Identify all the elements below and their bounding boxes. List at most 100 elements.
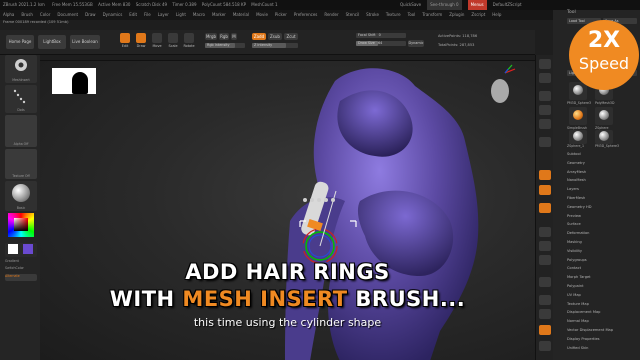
see-through-slider[interactable]: See-through 0 bbox=[427, 0, 462, 10]
lightbox-button[interactable]: LightBox bbox=[38, 35, 66, 49]
zoom-button[interactable] bbox=[539, 91, 551, 101]
tool-menu-layers[interactable]: Layers bbox=[567, 185, 637, 194]
alternate-button[interactable]: Alternate bbox=[5, 274, 37, 281]
rgb-button[interactable]: Rgb bbox=[219, 33, 229, 40]
subtool-thumb[interactable] bbox=[569, 82, 587, 100]
menu-preferences[interactable]: Preferences bbox=[294, 10, 318, 20]
alpha-selector[interactable]: Alpha Off bbox=[5, 115, 37, 147]
menu-macro[interactable]: Macro bbox=[193, 10, 205, 20]
gradient-swatch[interactable] bbox=[5, 243, 37, 257]
menu-render[interactable]: Render bbox=[324, 10, 338, 20]
xpose-button[interactable] bbox=[539, 341, 551, 351]
bpr-button[interactable] bbox=[539, 59, 551, 69]
tool-menu-surface[interactable]: Surface bbox=[567, 220, 637, 229]
tool-menu-uv-map[interactable]: UV Map bbox=[567, 291, 637, 300]
tool-menu-displacement-map[interactable]: Displacement Map bbox=[567, 308, 637, 317]
draw-size-slider[interactable]: Draw Size 64 bbox=[356, 41, 406, 46]
menu-brush[interactable]: Brush bbox=[21, 10, 33, 20]
tool-menu-deformation[interactable]: Deformation bbox=[567, 229, 637, 238]
scale-view-button[interactable] bbox=[539, 241, 551, 251]
tool-menu-preview[interactable]: Preview bbox=[567, 212, 637, 221]
menu-draw[interactable]: Draw bbox=[85, 10, 95, 20]
tool-menu-geometry[interactable]: Geometry bbox=[567, 159, 637, 168]
tool-menu-polypaint[interactable]: Polypaint bbox=[567, 282, 637, 291]
tool-menu-visibility[interactable]: Visibility bbox=[567, 247, 637, 256]
tool-menu-contact[interactable]: Contact bbox=[567, 264, 637, 273]
menu-color[interactable]: Color bbox=[40, 10, 50, 20]
focal-shift-slider[interactable]: Focal Shift 0 bbox=[356, 33, 406, 38]
tool-menu-normal-map[interactable]: Normal Map bbox=[567, 317, 637, 326]
draw-tool-button[interactable]: Draw bbox=[134, 33, 148, 51]
actual-button[interactable] bbox=[539, 105, 551, 115]
menu-edit[interactable]: Edit bbox=[129, 10, 137, 20]
menu-tool[interactable]: Tool bbox=[408, 10, 416, 20]
color-picker[interactable] bbox=[5, 213, 37, 241]
menu-transform[interactable]: Transform bbox=[422, 10, 442, 20]
scale-tool-button[interactable]: Scale bbox=[166, 33, 180, 51]
menu-help[interactable]: Help bbox=[492, 10, 501, 20]
tool-menu-vector-displacement-map[interactable]: Vector Displacement Map bbox=[567, 326, 637, 335]
live-boolean-button[interactable]: Live Boolean bbox=[70, 35, 100, 49]
tool-menu-geometry-hd[interactable]: Geometry HD bbox=[567, 203, 637, 212]
zcut-button[interactable]: Zcut bbox=[284, 33, 298, 40]
menu-light[interactable]: Light bbox=[176, 10, 186, 20]
subtool-thumb[interactable] bbox=[595, 107, 613, 125]
subtool-thumb[interactable] bbox=[569, 107, 587, 125]
zadd-button[interactable]: Zadd bbox=[252, 33, 266, 40]
tool-menu-subtool[interactable]: Subtool bbox=[567, 150, 637, 159]
menu-document[interactable]: Document bbox=[57, 10, 78, 20]
menu-texture[interactable]: Texture bbox=[386, 10, 401, 20]
quicksave-button[interactable]: QuickSave bbox=[400, 0, 421, 10]
spix-button[interactable] bbox=[539, 73, 551, 83]
tool-menu-arraymesh[interactable]: ArrayMesh bbox=[567, 168, 637, 177]
mrgb-button[interactable]: Mrgb bbox=[205, 33, 217, 40]
menu-zplugin[interactable]: Zplugin bbox=[449, 10, 464, 20]
lsym-button[interactable] bbox=[539, 203, 551, 213]
texture-selector[interactable]: Texture Off bbox=[5, 149, 37, 179]
tool-menu-morph-target[interactable]: Morph Target bbox=[567, 273, 637, 282]
tool-menu-fibermesh[interactable]: FiberMesh bbox=[567, 194, 637, 203]
rotate-view-button[interactable] bbox=[539, 255, 551, 265]
move-view-button[interactable] bbox=[539, 227, 551, 237]
tool-menu-masking[interactable]: Masking bbox=[567, 238, 637, 247]
brush-selector[interactable]: MeshInsert bbox=[5, 55, 37, 83]
menus-button[interactable]: Menus bbox=[467, 0, 487, 10]
tool-menu-display-properties[interactable]: Display Properties bbox=[567, 335, 637, 344]
menu-picker[interactable]: Picker bbox=[275, 10, 287, 20]
menu-stencil[interactable]: Stencil bbox=[346, 10, 360, 20]
move-tool-button[interactable]: Move bbox=[150, 33, 164, 51]
tool-menu-polygroups[interactable]: Polygroups bbox=[567, 256, 637, 265]
menu-alpha[interactable]: Alpha bbox=[3, 10, 14, 20]
menu-dynamics[interactable]: Dynamics bbox=[103, 10, 123, 20]
aahalf-button[interactable] bbox=[539, 119, 551, 129]
menu-zscript[interactable]: Zscript bbox=[471, 10, 485, 20]
edit-tool-button[interactable]: Edit bbox=[118, 33, 132, 51]
dynamic-button[interactable]: Dynamic bbox=[408, 40, 424, 47]
local-button[interactable] bbox=[539, 185, 551, 195]
canvas-viewport[interactable] bbox=[40, 60, 535, 360]
polyf-button[interactable] bbox=[539, 277, 551, 287]
switch-color-button[interactable]: SwitchColor bbox=[5, 266, 37, 272]
home-page-button[interactable]: Home Page bbox=[6, 35, 34, 49]
rgb-intensity-slider[interactable]: Rgb Intensity bbox=[205, 43, 245, 48]
m-button[interactable]: M bbox=[231, 33, 237, 40]
menu-marker[interactable]: Marker bbox=[212, 10, 226, 20]
material-selector[interactable]: Basic bbox=[5, 181, 37, 211]
menu-material[interactable]: Material bbox=[233, 10, 249, 20]
menu-movie[interactable]: Movie bbox=[256, 10, 268, 20]
menu-stroke[interactable]: Stroke bbox=[366, 10, 379, 20]
navigation-head-widget[interactable] bbox=[491, 79, 509, 103]
subtool-thumb[interactable] bbox=[595, 130, 613, 144]
tool-menu-unified-skin[interactable]: Unified Skin bbox=[567, 344, 637, 353]
subtool-thumb[interactable] bbox=[569, 130, 587, 144]
persp-button[interactable] bbox=[539, 137, 551, 147]
stroke-selector[interactable]: Dots bbox=[5, 85, 37, 113]
menu-file[interactable]: File bbox=[144, 10, 151, 20]
rotate-tool-button[interactable]: Rotate bbox=[182, 33, 196, 51]
floor-button[interactable] bbox=[539, 170, 551, 180]
default-zscript-button[interactable]: DefaultZScript bbox=[493, 0, 522, 10]
tool-menu-texture-map[interactable]: Texture Map bbox=[567, 300, 637, 309]
solo-button[interactable] bbox=[539, 325, 551, 335]
zsub-button[interactable]: Zsub bbox=[268, 33, 282, 40]
menu-layer[interactable]: Layer bbox=[158, 10, 169, 20]
